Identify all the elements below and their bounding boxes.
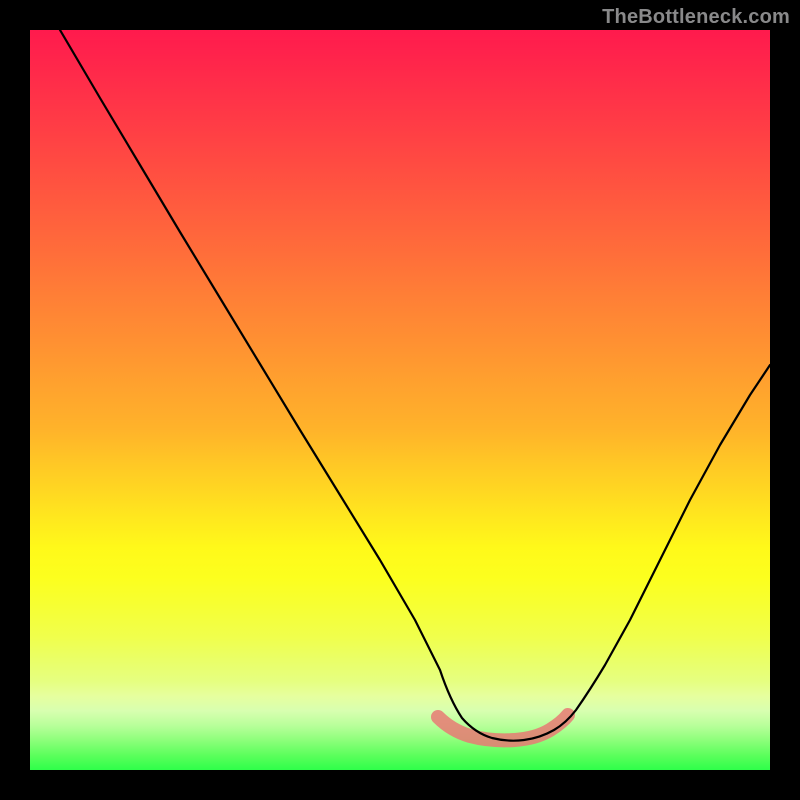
watermark-text: TheBottleneck.com [602,6,790,29]
optimal-zone-highlight [438,715,568,740]
plot-svg [30,30,770,770]
plot-area [30,30,770,770]
bottleneck-curve [60,30,770,741]
chart-canvas: TheBottleneck.com [0,0,800,800]
